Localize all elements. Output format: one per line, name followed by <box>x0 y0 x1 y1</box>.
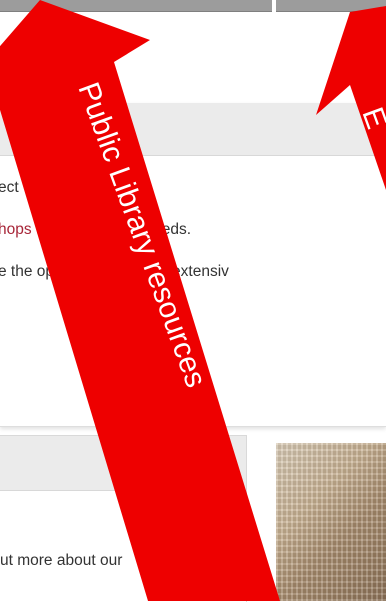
body-line-3: e the opportun rch our extensiv <box>0 263 229 281</box>
top-info-panel: ect QualiEPQ). hops to me pecific needs.… <box>0 103 386 427</box>
top-panel-header <box>0 103 386 156</box>
body-line-2: hops to me pecific needs. <box>0 221 191 239</box>
body-line-1-text-b: EPQ). <box>59 179 102 196</box>
nav-tab-right[interactable] <box>276 0 386 12</box>
bottom-info-panel: ut more about our <box>0 435 247 602</box>
bottom-panel-header <box>0 436 246 491</box>
body-line-1: ect QualiEPQ). <box>0 179 101 197</box>
body-line-2-text: to me pecific needs. <box>31 221 192 238</box>
building-photo <box>276 443 386 601</box>
workshops-link[interactable]: hops <box>0 221 32 238</box>
nav-tab-left[interactable] <box>0 0 272 12</box>
bottom-panel-text: ut more about our <box>0 552 123 569</box>
body-line-1-text-a: ect Quali <box>0 179 60 196</box>
body-line-3-text: e the opportun rch our extensiv <box>0 263 229 280</box>
